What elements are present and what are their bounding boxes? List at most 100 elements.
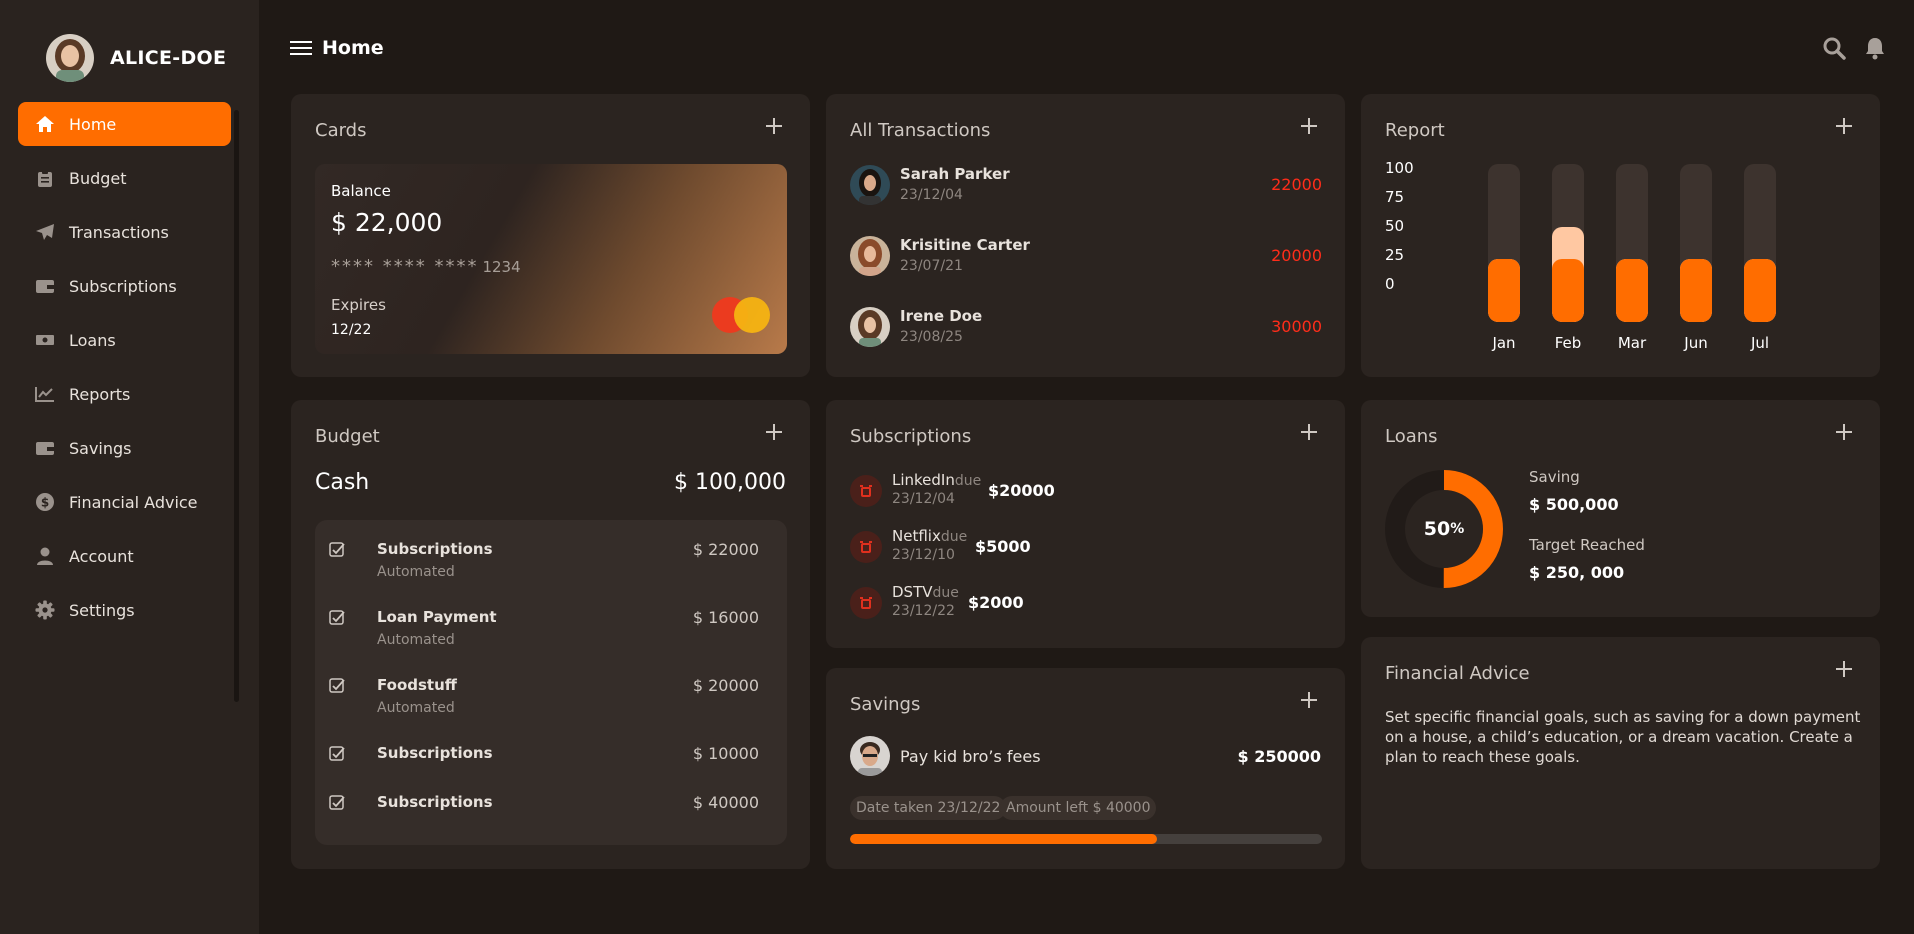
sidebar-item-account[interactable]: Account: [18, 534, 231, 578]
panel-title: Cards: [315, 120, 367, 141]
subscription-date: 23/12/10: [892, 547, 955, 563]
savings-progress-fill: [850, 834, 1157, 844]
budget-item-value: $ 40000: [692, 793, 759, 812]
sidebar-item-settings[interactable]: Settings: [18, 588, 231, 632]
add-subscription-button[interactable]: [1299, 422, 1319, 442]
transaction-amount: 20000: [1271, 246, 1322, 265]
report-bar-jul[interactable]: [1744, 164, 1776, 322]
budget-item-sub: Automated: [377, 700, 455, 716]
sidebar-item-loans[interactable]: Loans: [18, 318, 231, 362]
sidebar-item-label: Account: [69, 546, 134, 566]
sidebar-item-budget[interactable]: Budget: [18, 156, 231, 200]
sidebar-item-home[interactable]: Home: [18, 102, 231, 146]
amount-left-chip: Amount left $ 40000: [1000, 796, 1157, 820]
sidebar-item-reports[interactable]: Reports: [18, 372, 231, 416]
sidebar-scrollbar[interactable]: [234, 110, 239, 702]
checkbox-checked-icon[interactable]: [329, 795, 345, 811]
sidebar-item-label: Settings: [69, 600, 135, 620]
transaction-row[interactable]: Irene Doe 23/08/25 30000: [850, 305, 1322, 349]
panel-title: Savings: [850, 694, 921, 715]
budget-panel: Budget Cash $ 100,000 Subscriptions Auto…: [291, 400, 810, 869]
report-bar-mar[interactable]: [1616, 164, 1648, 322]
saving-value: $ 500,000: [1529, 495, 1619, 514]
panel-title: All Transactions: [850, 120, 991, 141]
budget-item-title: Subscriptions: [377, 744, 493, 762]
checkbox-checked-icon[interactable]: [329, 746, 345, 762]
search-icon[interactable]: [1822, 36, 1846, 60]
bar-fill: [1744, 258, 1776, 322]
sidebar-item-label: Home: [69, 114, 117, 134]
subscription-row[interactable]: LinkedIndue 23/12/04 $20000: [850, 469, 1322, 519]
cash-value: $ 100,000: [674, 470, 786, 495]
add-transaction-button[interactable]: [1299, 116, 1319, 136]
transaction-row[interactable]: Krisitine Carter 23/07/21 20000: [850, 234, 1322, 278]
expires-label: Expires: [331, 296, 386, 314]
chart-line-icon: [34, 383, 56, 405]
card-number: **** **** **** 1234: [331, 256, 521, 277]
subscription-alarm-icon: [850, 531, 882, 563]
add-loan-button[interactable]: [1834, 422, 1854, 442]
budget-item-value: $ 16000: [692, 608, 759, 627]
savings-progress-bar: [850, 834, 1322, 844]
bar-fill: [1488, 258, 1520, 322]
saving-goal: Pay kid bro’s fees: [900, 747, 1041, 766]
wallet-icon: [34, 437, 56, 459]
panel-title: Budget: [315, 426, 380, 447]
add-advice-button[interactable]: [1834, 659, 1854, 679]
cash-label: Cash: [315, 470, 370, 495]
y-tick-label: 100: [1385, 159, 1414, 177]
sidebar-item-label: Subscriptions: [69, 276, 177, 296]
avatar: [850, 736, 890, 776]
budget-item-value: $ 10000: [692, 744, 759, 763]
add-budget-button[interactable]: [764, 422, 784, 442]
panel-title: Subscriptions: [850, 426, 972, 447]
subscription-date: 23/12/22: [892, 603, 955, 619]
report-bar-feb[interactable]: [1552, 164, 1584, 322]
subscription-amount: $2000: [968, 593, 1024, 612]
bank-card[interactable]: Balance $ 22,000 **** **** **** 1234 Expi…: [315, 164, 787, 354]
sidebar-item-label: Savings: [69, 438, 132, 458]
balance-label: Balance: [331, 182, 391, 200]
add-saving-button[interactable]: [1299, 690, 1319, 710]
checkbox-checked-icon[interactable]: [329, 678, 345, 694]
transaction-name: Irene Doe: [900, 307, 983, 325]
transaction-name: Krisitine Carter: [900, 236, 1030, 254]
cards-panel: Cards Balance $ 22,000 **** **** **** 123…: [291, 94, 810, 377]
avatar: [850, 307, 890, 347]
sidebar-item-savings[interactable]: Savings: [18, 426, 231, 470]
user-profile[interactable]: ALICE-DOE: [46, 34, 226, 82]
sidebar-item-label: Financial Advice: [69, 492, 198, 512]
sidebar-item-financial-advice[interactable]: $ Financial Advice: [18, 480, 231, 524]
x-tick-label: Jul: [1750, 334, 1770, 352]
saving-amount: $ 250000: [1237, 747, 1322, 766]
dollar-coin-icon: $: [34, 491, 56, 513]
report-bar-jan[interactable]: [1488, 164, 1520, 322]
add-report-button[interactable]: [1834, 116, 1854, 136]
subscription-row[interactable]: Netflixdue 23/12/10 $5000: [850, 525, 1322, 575]
bell-icon[interactable]: [1864, 36, 1886, 60]
avatar: [850, 236, 890, 276]
report-bar-jun[interactable]: [1680, 164, 1712, 322]
add-card-button[interactable]: [764, 116, 784, 136]
sidebar-item-subscriptions[interactable]: Subscriptions: [18, 264, 231, 308]
transaction-row[interactable]: Sarah Parker 23/12/04 22000: [850, 163, 1322, 207]
expires-value: 12/22: [331, 322, 372, 338]
report-panel: Report 100 75 50 25 0 Jan Feb Mar Jun Jul: [1361, 94, 1880, 377]
date-taken-chip: Date taken 23/12/22: [850, 796, 1007, 820]
target-label: Target Reached: [1529, 536, 1645, 554]
saving-label: Saving: [1529, 468, 1580, 486]
subscription-date: 23/12/04: [892, 491, 955, 507]
checkbox-checked-icon[interactable]: [329, 610, 345, 626]
user-icon: [34, 545, 56, 567]
gear-icon: [34, 599, 56, 621]
sidebar-item-label: Budget: [69, 168, 127, 188]
sidebar-item-transactions[interactable]: Transactions: [18, 210, 231, 254]
mastercard-logo-icon: [712, 297, 770, 333]
subscription-name: LinkedIndue: [892, 471, 982, 489]
checkbox-checked-icon[interactable]: [329, 542, 345, 558]
subscription-row[interactable]: DSTVdue 23/12/22 $2000: [850, 581, 1322, 631]
x-tick-label: Jan: [1492, 334, 1516, 352]
y-tick-label: 50: [1385, 217, 1405, 235]
panel-title: Financial Advice: [1385, 663, 1530, 684]
menu-icon[interactable]: [290, 39, 312, 57]
